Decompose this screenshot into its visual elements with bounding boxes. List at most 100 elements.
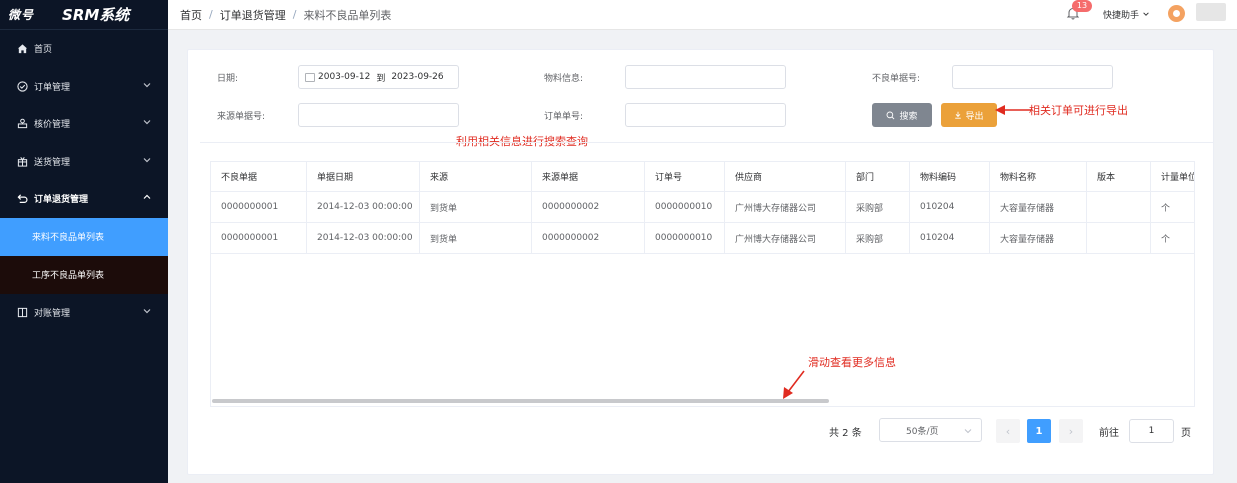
top-bar: 首页 / 订单退货管理 / 来料不良品单列表 13 快捷助手 [168, 0, 1237, 30]
export-button[interactable]: 导出 [941, 103, 997, 127]
stamp-icon [16, 118, 28, 130]
table-cell: 采购部 [846, 223, 910, 253]
column-header[interactable]: 来源单据 [532, 162, 645, 191]
table-cell: 0000000002 [532, 192, 645, 222]
material-label: 物料信息: [544, 74, 584, 84]
column-header[interactable]: 部门 [846, 162, 910, 191]
material-input[interactable] [625, 65, 786, 89]
breadcrumb-order-returns[interactable]: 订单退货管理 [220, 7, 286, 23]
date-start: 2003-09-12 [318, 72, 371, 82]
breadcrumb-home[interactable]: 首页 [180, 7, 202, 23]
prev-page-button[interactable]: ‹ [996, 419, 1020, 443]
export-annotation: 相关订单可进行导出 [1029, 104, 1128, 117]
annotation-arrow-down [783, 370, 805, 399]
chevron-down-icon [1143, 12, 1149, 16]
column-header[interactable]: 供应商 [725, 162, 846, 191]
pagination-total: 共 2 条 [829, 428, 862, 439]
column-header[interactable]: 单据日期 [307, 162, 420, 191]
sidebar-subitem-process-defects[interactable]: 工序不良品单列表 [0, 255, 168, 294]
sidebar-item-delivery[interactable]: 送货管理 [0, 143, 168, 181]
chevron-down-icon [964, 429, 972, 434]
goto-label: 前往 [1099, 428, 1119, 439]
app-title: SRM系统 [62, 6, 130, 24]
sidebar-item-label: 核价管理 [34, 120, 71, 131]
avatar[interactable] [1168, 5, 1185, 22]
table-cell: 大容量存储器 [990, 192, 1087, 222]
quick-helper-menu[interactable]: 快捷助手 [1103, 8, 1150, 21]
date-end: 2023-09-26 [391, 72, 444, 82]
search-icon [887, 111, 895, 119]
sidebar-subitem-label: 工序不良品单列表 [32, 271, 105, 281]
chevron-down-icon [143, 157, 151, 162]
user-name-placeholder[interactable] [1196, 3, 1226, 21]
order-no-input[interactable] [625, 103, 786, 127]
table-cell: 0000000001 [211, 223, 307, 253]
logo: 微号 [8, 8, 35, 22]
sidebar: 微号 SRM系统 首页 订单管理 核价管理 送货管理 订单退货管理 来料不良品单… [0, 0, 168, 483]
defect-no-label: 不良单据号: [872, 74, 921, 84]
notification-badge: 13 [1072, 0, 1092, 12]
order-no-label: 订单单号: [544, 112, 584, 122]
table-cell: 0000000010 [645, 192, 725, 222]
chevron-down-icon [143, 120, 151, 125]
search-button-label: 搜索 [899, 111, 918, 122]
table-cell: 到货单 [420, 192, 532, 222]
table-cell: 010204 [910, 192, 990, 222]
scroll-annotation: 滑动查看更多信息 [808, 356, 896, 369]
page-size-select[interactable]: 50条/页 [879, 418, 982, 442]
next-page-button[interactable]: › [1059, 419, 1083, 443]
gift-icon [16, 155, 28, 167]
breadcrumb-separator: / [209, 8, 213, 21]
table-cell: 个 [1161, 234, 1171, 245]
sidebar-item-label: 订单管理 [34, 82, 71, 93]
table-row[interactable]: 0000000001 2014-12-03 00:00:00 到货单 00000… [211, 223, 1194, 254]
breadcrumb-current: 来料不良品单列表 [303, 8, 392, 22]
page-number-button[interactable]: 1 [1027, 419, 1051, 443]
table-cell [1087, 192, 1151, 222]
search-button[interactable]: 搜索 [872, 103, 932, 127]
date-range-picker[interactable]: 2003-09-12 到 2023-09-26 [298, 65, 459, 89]
table-cell: 010204 [910, 223, 990, 253]
sidebar-subitem-incoming-defects[interactable]: 来料不良品单列表 [0, 217, 168, 256]
sidebar-item-label: 订单退货管理 [34, 195, 89, 206]
defect-no-input[interactable] [952, 65, 1113, 89]
chevron-down-icon [143, 308, 151, 313]
sidebar-item-reconciliation[interactable]: 对账管理 [0, 294, 168, 332]
sidebar-item-label: 送货管理 [34, 157, 71, 168]
column-header[interactable]: 订单号 [645, 162, 725, 191]
chevron-down-icon [143, 82, 151, 87]
table-cell: 0000000002 [532, 223, 645, 253]
column-header[interactable]: 物料名称 [990, 162, 1087, 191]
sidebar-item-pricing[interactable]: 核价管理 [0, 105, 168, 143]
table-cell: 采购部 [846, 192, 910, 222]
column-header[interactable]: 版本 [1087, 162, 1151, 191]
column-header[interactable]: 来源 [420, 162, 532, 191]
logo-bar: 微号 SRM系统 [0, 0, 168, 30]
table-row[interactable]: 0000000001 2014-12-03 00:00:00 到货单 00000… [211, 192, 1194, 223]
sidebar-item-orders[interactable]: 订单管理 [0, 68, 168, 106]
horizontal-scrollbar[interactable] [212, 399, 829, 403]
sidebar-subitem-label: 来料不良品单列表 [32, 233, 105, 243]
return-arrow-icon [16, 193, 28, 205]
table-cell: 广州博大存储器公司 [725, 192, 846, 222]
column-header[interactable]: 不良单据 [211, 162, 307, 191]
column-header[interactable]: 计量单位 [1151, 162, 1194, 191]
sidebar-item-label: 对账管理 [34, 308, 71, 319]
table-cell: 大容量存储器 [990, 223, 1087, 253]
quick-helper-label: 快捷助手 [1103, 11, 1140, 21]
page-suffix: 页 [1181, 428, 1191, 439]
table-cell: 0000000010 [645, 223, 725, 253]
table-header: 不良单据 单据日期 来源 来源单据 订单号 供应商 部门 物料编码 物料名称 版… [211, 162, 1194, 192]
calendar-icon [305, 72, 315, 82]
table-cell: 2014-12-03 00:00:00 [307, 223, 420, 253]
goto-page-input[interactable]: 1 [1129, 419, 1174, 443]
check-circle-icon [16, 80, 28, 92]
table-cell: 2014-12-03 00:00:00 [307, 192, 420, 222]
sidebar-item-home[interactable]: 首页 [0, 30, 168, 68]
column-header[interactable]: 物料编码 [910, 162, 990, 191]
columns-icon [16, 306, 28, 318]
breadcrumb: 首页 / 订单退货管理 / 来料不良品单列表 [180, 7, 391, 23]
source-no-input[interactable] [298, 103, 459, 127]
table-cell: 个 [1161, 203, 1171, 214]
sidebar-item-order-returns[interactable]: 订单退货管理 [0, 180, 168, 218]
